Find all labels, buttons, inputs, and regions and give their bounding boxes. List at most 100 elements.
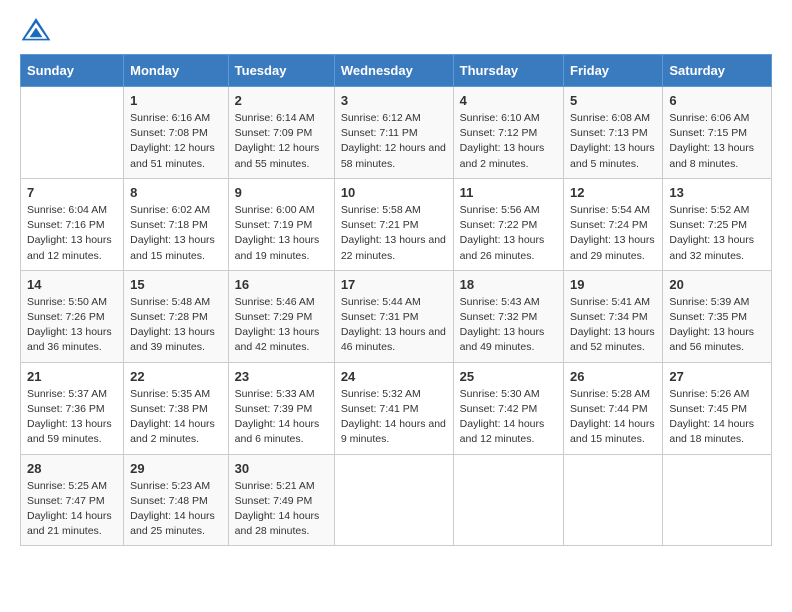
- day-number: 18: [460, 277, 557, 292]
- day-info: Sunrise: 5:56 AM Sunset: 7:22 PM Dayligh…: [460, 203, 557, 264]
- column-header-friday: Friday: [564, 55, 663, 87]
- week-row-4: 21Sunrise: 5:37 AM Sunset: 7:36 PM Dayli…: [21, 362, 772, 454]
- day-info: Sunrise: 5:54 AM Sunset: 7:24 PM Dayligh…: [570, 203, 656, 264]
- logo: [20, 16, 56, 44]
- day-info: Sunrise: 5:41 AM Sunset: 7:34 PM Dayligh…: [570, 295, 656, 356]
- day-cell: 6 Sunrise: 6:06 AM Sunset: 7:15 PM Daylig…: [663, 87, 772, 179]
- day-cell: [334, 454, 453, 546]
- day-number: 1: [130, 93, 222, 108]
- day-info: Sunrise: 5:21 AM Sunset: 7:49 PM Dayligh…: [235, 479, 328, 540]
- day-info: Sunrise: 5:33 AM Sunset: 7:39 PM Dayligh…: [235, 387, 328, 448]
- column-header-thursday: Thursday: [453, 55, 563, 87]
- day-number: 21: [27, 369, 117, 384]
- day-number: 17: [341, 277, 447, 292]
- column-header-monday: Monday: [124, 55, 229, 87]
- day-number: 8: [130, 185, 222, 200]
- day-cell: 22 Sunrise: 5:35 AM Sunset: 7:38 PM Dayli…: [124, 362, 229, 454]
- day-cell: [453, 454, 563, 546]
- day-cell: 24 Sunrise: 5:32 AM Sunset: 7:41 PM Dayli…: [334, 362, 453, 454]
- day-number: 4: [460, 93, 557, 108]
- day-info: Sunrise: 6:06 AM Sunset: 7:15 PM Dayligh…: [669, 111, 765, 172]
- day-info: Sunrise: 6:04 AM Sunset: 7:16 PM Dayligh…: [27, 203, 117, 264]
- day-number: 28: [27, 461, 117, 476]
- day-number: 20: [669, 277, 765, 292]
- day-cell: 28 Sunrise: 5:25 AM Sunset: 7:47 PM Dayli…: [21, 454, 124, 546]
- day-cell: 30 Sunrise: 5:21 AM Sunset: 7:49 PM Dayli…: [228, 454, 334, 546]
- day-cell: 3 Sunrise: 6:12 AM Sunset: 7:11 PM Daylig…: [334, 87, 453, 179]
- day-info: Sunrise: 5:46 AM Sunset: 7:29 PM Dayligh…: [235, 295, 328, 356]
- week-row-5: 28 Sunrise: 5:25 AM Sunset: 7:47 PM Dayli…: [21, 454, 772, 546]
- week-row-3: 14Sunrise: 5:50 AM Sunset: 7:26 PM Dayli…: [21, 270, 772, 362]
- day-info: Sunrise: 6:02 AM Sunset: 7:18 PM Dayligh…: [130, 203, 222, 264]
- day-info: Sunrise: 5:32 AM Sunset: 7:41 PM Dayligh…: [341, 387, 447, 448]
- day-number: 13: [669, 185, 765, 200]
- day-number: 14: [27, 277, 117, 292]
- day-cell: 17Sunrise: 5:44 AM Sunset: 7:31 PM Dayli…: [334, 270, 453, 362]
- day-info: Sunrise: 5:30 AM Sunset: 7:42 PM Dayligh…: [460, 387, 557, 448]
- day-info: Sunrise: 6:00 AM Sunset: 7:19 PM Dayligh…: [235, 203, 328, 264]
- day-number: 9: [235, 185, 328, 200]
- day-cell: 15 Sunrise: 5:48 AM Sunset: 7:28 PM Dayli…: [124, 270, 229, 362]
- day-cell: [564, 454, 663, 546]
- day-number: 30: [235, 461, 328, 476]
- day-info: Sunrise: 6:10 AM Sunset: 7:12 PM Dayligh…: [460, 111, 557, 172]
- day-number: 23: [235, 369, 328, 384]
- day-number: 29: [130, 461, 222, 476]
- page-header: [20, 16, 772, 44]
- day-info: Sunrise: 6:12 AM Sunset: 7:11 PM Dayligh…: [341, 111, 447, 172]
- day-number: 19: [570, 277, 656, 292]
- week-row-2: 7Sunrise: 6:04 AM Sunset: 7:16 PM Daylig…: [21, 178, 772, 270]
- column-header-tuesday: Tuesday: [228, 55, 334, 87]
- day-cell: 16 Sunrise: 5:46 AM Sunset: 7:29 PM Dayli…: [228, 270, 334, 362]
- column-header-saturday: Saturday: [663, 55, 772, 87]
- day-number: 22: [130, 369, 222, 384]
- day-cell: 25 Sunrise: 5:30 AM Sunset: 7:42 PM Dayli…: [453, 362, 563, 454]
- day-number: 10: [341, 185, 447, 200]
- day-cell: 18Sunrise: 5:43 AM Sunset: 7:32 PM Dayli…: [453, 270, 563, 362]
- day-number: 6: [669, 93, 765, 108]
- day-cell: 5 Sunrise: 6:08 AM Sunset: 7:13 PM Daylig…: [564, 87, 663, 179]
- day-cell: 29 Sunrise: 5:23 AM Sunset: 7:48 PM Dayli…: [124, 454, 229, 546]
- day-number: 12: [570, 185, 656, 200]
- day-info: Sunrise: 6:14 AM Sunset: 7:09 PM Dayligh…: [235, 111, 328, 172]
- calendar-header: SundayMondayTuesdayWednesdayThursdayFrid…: [21, 55, 772, 87]
- day-cell: 14Sunrise: 5:50 AM Sunset: 7:26 PM Dayli…: [21, 270, 124, 362]
- day-info: Sunrise: 5:28 AM Sunset: 7:44 PM Dayligh…: [570, 387, 656, 448]
- day-cell: 26 Sunrise: 5:28 AM Sunset: 7:44 PM Dayli…: [564, 362, 663, 454]
- day-cell: 8 Sunrise: 6:02 AM Sunset: 7:18 PM Daylig…: [124, 178, 229, 270]
- day-info: Sunrise: 6:08 AM Sunset: 7:13 PM Dayligh…: [570, 111, 656, 172]
- day-number: 15: [130, 277, 222, 292]
- day-cell: 1 Sunrise: 6:16 AM Sunset: 7:08 PM Daylig…: [124, 87, 229, 179]
- day-cell: 23 Sunrise: 5:33 AM Sunset: 7:39 PM Dayli…: [228, 362, 334, 454]
- day-info: Sunrise: 6:16 AM Sunset: 7:08 PM Dayligh…: [130, 111, 222, 172]
- day-number: 27: [669, 369, 765, 384]
- day-info: Sunrise: 5:48 AM Sunset: 7:28 PM Dayligh…: [130, 295, 222, 356]
- day-info: Sunrise: 5:58 AM Sunset: 7:21 PM Dayligh…: [341, 203, 447, 264]
- day-info: Sunrise: 5:26 AM Sunset: 7:45 PM Dayligh…: [669, 387, 765, 448]
- day-cell: 12 Sunrise: 5:54 AM Sunset: 7:24 PM Dayli…: [564, 178, 663, 270]
- day-number: 24: [341, 369, 447, 384]
- day-number: 16: [235, 277, 328, 292]
- day-cell: 10 Sunrise: 5:58 AM Sunset: 7:21 PM Dayli…: [334, 178, 453, 270]
- week-row-1: 1 Sunrise: 6:16 AM Sunset: 7:08 PM Daylig…: [21, 87, 772, 179]
- day-cell: [21, 87, 124, 179]
- column-header-wednesday: Wednesday: [334, 55, 453, 87]
- day-info: Sunrise: 5:35 AM Sunset: 7:38 PM Dayligh…: [130, 387, 222, 448]
- day-cell: [663, 454, 772, 546]
- day-cell: 13Sunrise: 5:52 AM Sunset: 7:25 PM Dayli…: [663, 178, 772, 270]
- day-number: 11: [460, 185, 557, 200]
- day-number: 25: [460, 369, 557, 384]
- day-cell: 21Sunrise: 5:37 AM Sunset: 7:36 PM Dayli…: [21, 362, 124, 454]
- day-info: Sunrise: 5:23 AM Sunset: 7:48 PM Dayligh…: [130, 479, 222, 540]
- day-cell: 11 Sunrise: 5:56 AM Sunset: 7:22 PM Dayli…: [453, 178, 563, 270]
- day-number: 2: [235, 93, 328, 108]
- calendar-table: SundayMondayTuesdayWednesdayThursdayFrid…: [20, 54, 772, 546]
- day-cell: 19 Sunrise: 5:41 AM Sunset: 7:34 PM Dayli…: [564, 270, 663, 362]
- day-number: 26: [570, 369, 656, 384]
- calendar-body: 1 Sunrise: 6:16 AM Sunset: 7:08 PM Daylig…: [21, 87, 772, 546]
- day-info: Sunrise: 5:39 AM Sunset: 7:35 PM Dayligh…: [669, 295, 765, 356]
- day-info: Sunrise: 5:25 AM Sunset: 7:47 PM Dayligh…: [27, 479, 117, 540]
- day-cell: 7Sunrise: 6:04 AM Sunset: 7:16 PM Daylig…: [21, 178, 124, 270]
- day-number: 3: [341, 93, 447, 108]
- day-number: 5: [570, 93, 656, 108]
